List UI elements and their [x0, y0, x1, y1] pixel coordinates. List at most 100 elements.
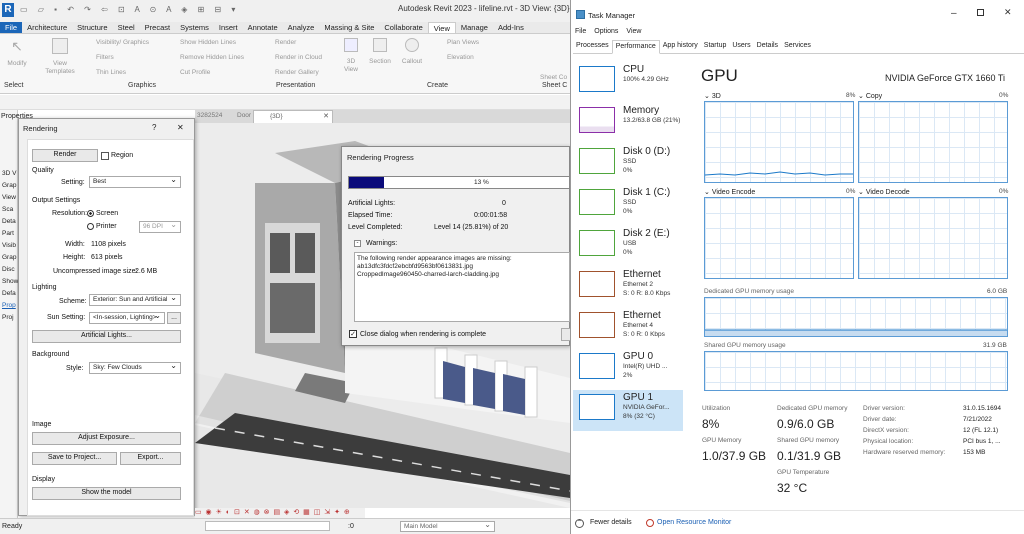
sun-setting-field[interactable]: <In-session, Lighting> — [89, 312, 165, 324]
ribbon-tab-analyze[interactable]: Analyze — [283, 22, 320, 33]
graph-video-decode[interactable] — [858, 197, 1008, 279]
menu-view[interactable]: View — [622, 26, 645, 38]
sidebar-item-ethernet[interactable]: Ethernet Ethernet 4 S: 0 R: 0 Kbps — [573, 308, 683, 349]
fewer-details-link[interactable]: Fewer details — [590, 519, 632, 526]
menu-options[interactable]: Options — [590, 26, 622, 38]
fewer-details-icon[interactable]: ⌃ — [575, 519, 584, 528]
ribbon-tab-architecture[interactable]: Architecture — [22, 22, 72, 33]
properties-item[interactable]: Visib — [2, 240, 18, 252]
status-field-blank[interactable] — [205, 521, 330, 531]
ribbon-tab-add-ins[interactable]: Add-Ins — [493, 22, 529, 33]
render-in-cloud-button[interactable]: Render in Cloud — [275, 54, 322, 61]
group-select-label[interactable]: Select — [4, 82, 23, 89]
properties-item[interactable]: Grap — [2, 180, 18, 192]
3d-view-button[interactable]: 3D View — [342, 38, 360, 74]
ribbon-tab-collaborate[interactable]: Collaborate — [379, 22, 427, 33]
properties-item[interactable]: View — [2, 192, 18, 204]
ribbon-tab-systems[interactable]: Systems — [175, 22, 214, 33]
doc-tab-close-icon[interactable]: ✕ — [323, 112, 329, 120]
render-button[interactable]: Render — [275, 39, 296, 46]
show-the-model-button[interactable]: Show the model — [32, 487, 181, 500]
render-start-button[interactable]: Render — [32, 149, 98, 162]
tab-users[interactable]: Users — [729, 40, 753, 53]
export-button[interactable]: Export... — [120, 452, 181, 465]
remove-hidden-lines-button[interactable]: Remove Hidden Lines — [180, 54, 244, 61]
doc-tab-3d[interactable]: {3D} ✕ — [253, 110, 333, 123]
dedicated-memory-graph[interactable] — [704, 297, 1008, 337]
callout-button[interactable]: Callout — [398, 38, 426, 65]
save-to-project-button[interactable]: Save to Project... — [32, 452, 117, 465]
scheme-select[interactable]: Exterior: Sun and Artificial — [89, 294, 181, 306]
properties-item[interactable]: Part — [2, 228, 18, 240]
close-when-complete-checkbox[interactable]: ✓ — [349, 330, 357, 338]
ribbon-tab-insert[interactable]: Insert — [214, 22, 243, 33]
tab-services[interactable]: Services — [781, 40, 814, 53]
sheet-collection-button[interactable]: Sheet Co — [540, 74, 567, 81]
quick-access-toolbar[interactable]: ▭ ▱ ▪ ↶ ↷ ⇦ ⊡ A ⊙ A ◈ ⊞ ⊟ ▾ — [20, 5, 260, 15]
menu-file[interactable]: File — [571, 26, 590, 38]
view-templates-button[interactable]: View Templates — [40, 38, 80, 76]
ribbon-tab-view[interactable]: View — [427, 22, 456, 33]
filters-button[interactable]: Filters — [96, 54, 114, 61]
sidebar-item-ethernet[interactable]: Ethernet Ethernet 2 S: 0 R: 8.0 Kbps — [573, 267, 683, 308]
help-button[interactable]: ? — [152, 123, 156, 132]
sidebar-item-disk-2-e-[interactable]: Disk 2 (E:) USB 0% — [573, 226, 683, 267]
ribbon-tab-steel[interactable]: Steel — [113, 22, 140, 33]
close-dialog-icon[interactable]: ✕ — [177, 123, 184, 132]
section-button[interactable]: Section — [366, 38, 394, 65]
view-control-bar[interactable]: ▭ ◉ ☀ ◐ ⊡ ✕ ◍ ⊗ ▤ ◈ ⟲ ▦ ◫ ⇲ ✦ ⊕ — [195, 508, 365, 518]
sidebar-item-gpu-1[interactable]: GPU 1 NVIDIA GeFor... 8% (32 °C) — [573, 390, 683, 431]
ribbon-tab-annotate[interactable]: Annotate — [243, 22, 283, 33]
properties-item[interactable]: Prop — [2, 300, 18, 312]
properties-item[interactable]: Show — [2, 276, 18, 288]
ribbon-tab-structure[interactable]: Structure — [72, 22, 112, 33]
quality-setting-select[interactable]: Best — [89, 176, 181, 188]
status-model-select[interactable]: Main Model — [400, 521, 495, 532]
plan-views-button[interactable]: Plan Views — [447, 39, 479, 46]
adjust-exposure-button[interactable]: Adjust Exposure... — [32, 432, 181, 445]
open-resource-monitor-link[interactable]: Open Resource Monitor — [657, 519, 731, 526]
ribbon-tab-file[interactable]: File — [0, 22, 23, 33]
sidebar-item-gpu-0[interactable]: GPU 0 Intel(R) UHD ... 2% — [573, 349, 683, 390]
elevation-button[interactable]: Elevation — [447, 54, 474, 61]
properties-item[interactable]: Deta — [2, 216, 18, 228]
tab-startup[interactable]: Startup — [701, 40, 730, 53]
properties-item[interactable]: Disc — [2, 264, 18, 276]
shared-memory-graph[interactable] — [704, 351, 1008, 391]
close-window-button[interactable]: ✕ — [1004, 7, 1012, 18]
tab-performance[interactable]: Performance — [611, 40, 660, 54]
tab-details[interactable]: Details — [754, 40, 781, 53]
sun-setting-browse-button[interactable]: ... — [167, 312, 181, 324]
maximize-button[interactable] — [977, 9, 984, 16]
properties-item[interactable]: 3D V — [2, 168, 18, 180]
visibility-graphics-button[interactable]: Visibility/ Graphics — [96, 39, 149, 46]
graph-video-encode[interactable] — [704, 197, 854, 279]
dpi-select[interactable]: 96 DPI — [139, 221, 181, 233]
tab-app-history[interactable]: App history — [660, 40, 701, 53]
warnings-toggle[interactable]: - — [354, 240, 361, 247]
artificial-lights-button[interactable]: Artificial Lights... — [32, 330, 181, 343]
minimize-button[interactable]: – — [951, 8, 957, 19]
sidebar-item-cpu[interactable]: CPU 100% 4.29 GHz — [573, 62, 683, 103]
screen-radio[interactable] — [87, 210, 94, 217]
background-style-select[interactable]: Sky: Few Clouds — [89, 362, 181, 374]
graph-copy[interactable] — [858, 101, 1008, 183]
sidebar-item-disk-0-d-[interactable]: Disk 0 (D:) SSD 0% — [573, 144, 683, 185]
properties-item[interactable]: Sca — [2, 204, 18, 216]
ribbon-tab-manage[interactable]: Manage — [456, 22, 493, 33]
printer-radio[interactable] — [87, 223, 94, 230]
thin-lines-button[interactable]: Thin Lines — [96, 69, 126, 76]
render-gallery-button[interactable]: Render Gallery — [275, 69, 319, 76]
sidebar-item-disk-1-c-[interactable]: Disk 1 (C:) SSD 0% — [573, 185, 683, 226]
properties-item[interactable]: Grap — [2, 252, 18, 264]
ribbon-tab-precast[interactable]: Precast — [140, 22, 175, 33]
region-checkbox[interactable] — [101, 152, 109, 160]
sidebar-item-memory[interactable]: Memory 13.2/63.8 GB (21%) — [573, 103, 683, 144]
ribbon-tab-massing-site[interactable]: Massing & Site — [319, 22, 379, 33]
doc-tab-schedule-id[interactable]: 3282524 — [197, 112, 222, 119]
properties-item[interactable]: Proj — [2, 312, 18, 324]
cut-profile-button[interactable]: Cut Profile — [180, 69, 210, 76]
revit-logo-icon[interactable]: R — [2, 3, 14, 17]
tab-processes[interactable]: Processes — [573, 40, 612, 53]
show-hidden-lines-button[interactable]: Show Hidden Lines — [180, 39, 236, 46]
